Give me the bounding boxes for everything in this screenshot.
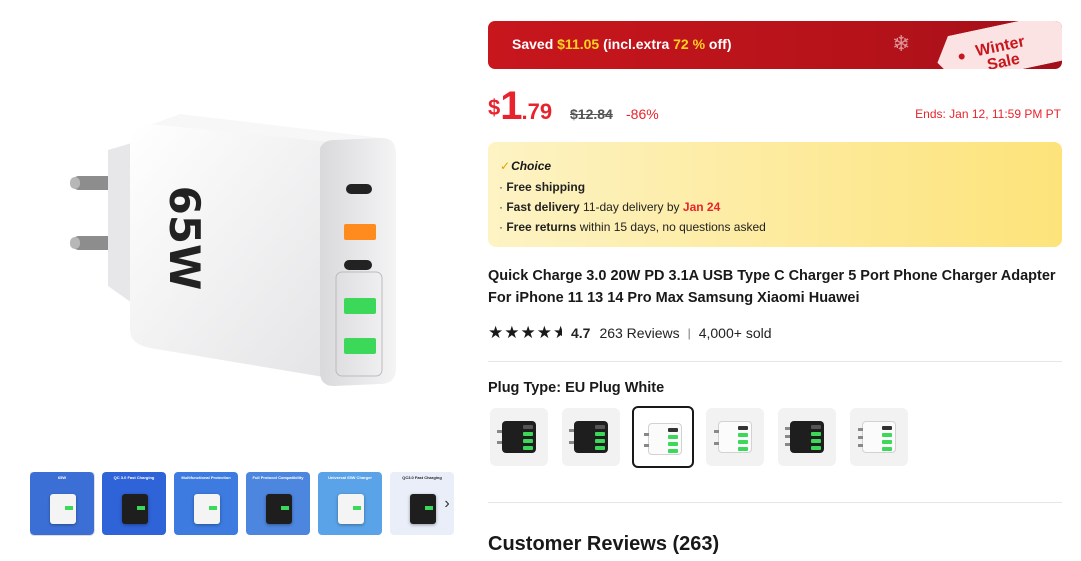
gallery-thumbnail[interactable]: QC 3.0 Fast Charging	[102, 472, 166, 535]
divider	[488, 361, 1062, 362]
choice-benefits-box: ✓Choice · Free shipping · Fast delivery …	[488, 142, 1062, 247]
free-returns-line: · Free returns within 15 days, no questi…	[499, 220, 766, 234]
rating-separator: |	[687, 326, 691, 340]
gallery-thumbnail[interactable]: Universal 65W Charger	[318, 472, 382, 535]
product-title: Quick Charge 3.0 20W PD 3.1A USB Type C …	[488, 268, 1056, 306]
thumbnail-next-arrow-icon[interactable]: ›	[438, 492, 456, 516]
wattage-label: 65W	[160, 186, 209, 291]
thumbnail-caption: Full Protocol Compatibility	[252, 475, 304, 480]
variant-uk-white[interactable]	[850, 408, 908, 466]
thumbnail-charger-image	[194, 494, 220, 524]
thumbnail-charger-image	[122, 494, 148, 524]
variant-eu-black[interactable]	[490, 408, 548, 466]
charger-thumbnail-image	[714, 421, 752, 453]
main-product-image[interactable]: 65W	[30, 78, 450, 408]
charger-thumbnail-image	[785, 421, 824, 453]
gallery-thumbnail[interactable]: 65W	[30, 472, 95, 536]
thumbnail-caption: Multifunctional Protection	[181, 475, 231, 480]
current-price: $1.79	[488, 84, 553, 128]
star-rating-icon: ★★★★★	[488, 323, 562, 342]
gallery-thumbnail[interactable]: Full Protocol Compatibility	[246, 472, 310, 535]
sale-ends-text: Ends: Jan 12, 11:59 PM PT	[915, 107, 1061, 121]
choice-title: ✓Choice	[500, 159, 552, 173]
saved-amount-text: Saved $11.05 (incl.extra 72 % off)	[512, 36, 732, 52]
variant-eu-white[interactable]	[632, 406, 694, 468]
charger-thumbnail-image	[497, 421, 536, 453]
thumbnail-charger-image	[50, 494, 76, 524]
variant-us-black[interactable]	[562, 408, 620, 466]
gallery-thumbnail[interactable]: Multifunctional Protection	[174, 472, 238, 535]
thumbnail-charger-image	[410, 494, 436, 524]
charger-thumbnail-image	[858, 421, 896, 453]
thumbnail-caption: QC3.0 Fast Charging	[402, 475, 442, 480]
thumbnail-strip: 65W QC 3.0 Fast Charging Multifunctional P…	[30, 472, 455, 536]
plug-type-options	[490, 406, 908, 468]
thumbnail-caption: 65W	[57, 475, 67, 480]
rating-row: ★★★★★ 4.7 263 Reviews | 4,000+ sold	[488, 323, 772, 343]
discount-percent: -86%	[626, 106, 659, 122]
plug-type-label: Plug Type: EU Plug White	[488, 380, 665, 396]
sale-banner: Saved $11.05 (incl.extra 72 % off) ❄ Win…	[488, 21, 1062, 69]
thumbnail-caption: QC 3.0 Fast Charging	[113, 475, 155, 480]
thumbnail-charger-image	[266, 494, 292, 524]
fast-delivery-line: · Fast delivery 11-day delivery by Jan 2…	[499, 200, 721, 214]
variant-uk-black[interactable]	[778, 408, 836, 466]
check-icon: ✓	[500, 159, 511, 173]
rating-score: 4.7	[570, 325, 591, 341]
free-shipping-line: · Free shipping	[499, 180, 586, 194]
snowflake-icon: ❄	[892, 31, 911, 56]
sold-count: 4,000+ sold	[698, 325, 772, 341]
charger-thumbnail-image	[644, 423, 682, 455]
thumbnail-charger-image	[338, 494, 364, 524]
reviews-link[interactable]: 263 Reviews	[599, 325, 679, 341]
customer-reviews-heading: Customer Reviews (263)	[488, 533, 720, 555]
divider	[488, 502, 1062, 503]
variant-us-white[interactable]	[706, 408, 764, 466]
thumbnail-caption: Universal 65W Charger	[328, 475, 372, 480]
charger-thumbnail-image	[569, 421, 608, 453]
original-price: $12.84	[570, 106, 613, 122]
